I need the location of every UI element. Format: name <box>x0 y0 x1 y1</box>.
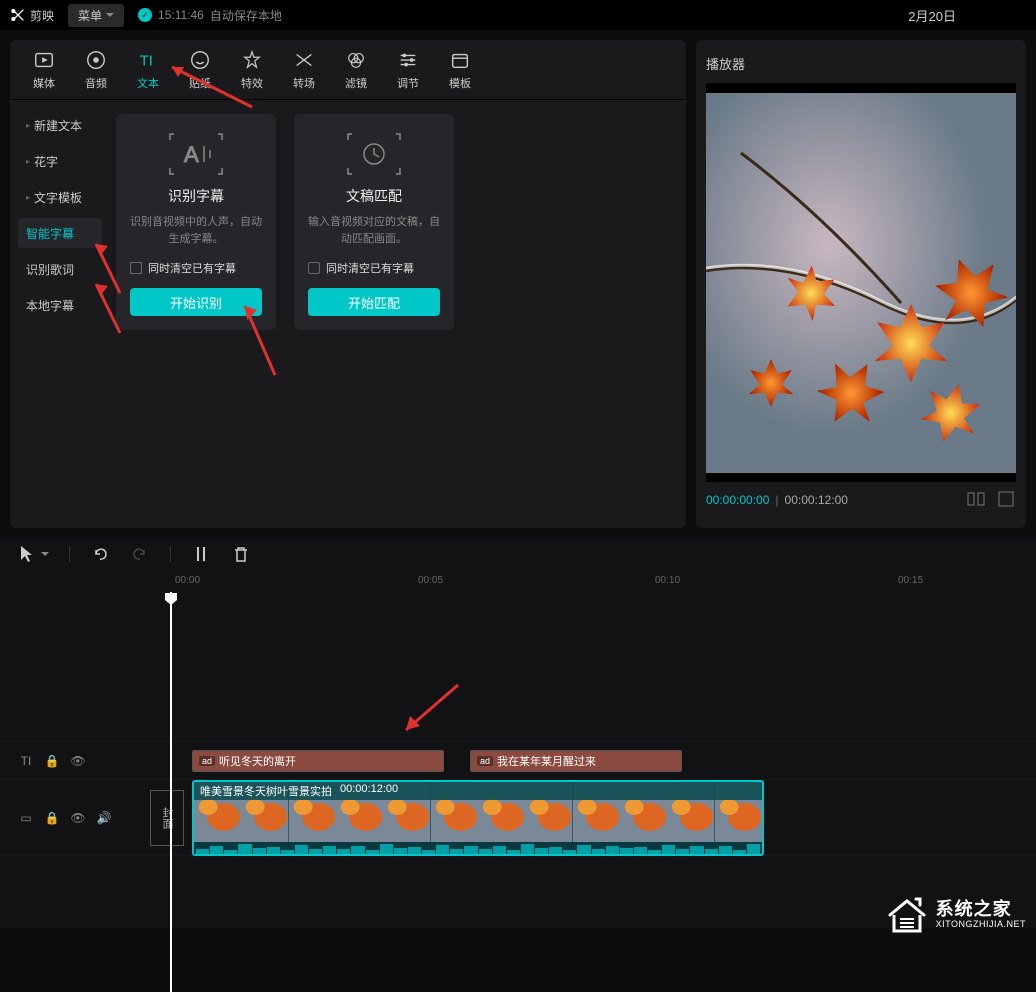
timeline-toolbar <box>0 538 1036 570</box>
checkbox-icon <box>308 262 320 274</box>
eye-icon[interactable]: 👁 <box>70 811 86 825</box>
card-match-check[interactable]: 同时清空已有字幕 <box>308 260 414 276</box>
subtitle-tag: ad <box>199 756 215 766</box>
autosave-status: 15:11:46 自动保存本地 <box>138 7 282 24</box>
total-duration: 00:00:12:00 <box>785 493 848 507</box>
preview-image <box>706 93 1016 473</box>
title-bar: 剪映 菜单 15:11:46 自动保存本地 2月20日 <box>0 0 1036 30</box>
subtitle-clip-1[interactable]: ad 听见冬天的离开 <box>192 750 444 772</box>
player-title: 播放器 <box>706 54 1016 73</box>
tab-template[interactable]: 模板 <box>436 49 484 91</box>
tab-transition[interactable]: 转场 <box>280 49 328 91</box>
checkbox-icon <box>130 262 142 274</box>
autosave-time: 15:11:46 <box>158 8 204 22</box>
redo-button[interactable] <box>130 544 150 564</box>
match-icon <box>342 130 406 178</box>
card-recognize-desc: 识别音视频中的人声，自动生成字幕。 <box>130 214 262 248</box>
svg-text:TI: TI <box>140 53 153 69</box>
lock-icon[interactable]: 🔒 <box>44 811 60 825</box>
tab-adjust[interactable]: 调节 <box>384 49 432 91</box>
player-panel: 播放器 00:00:00:00 | <box>696 40 1026 528</box>
card-recognize-title: 识别字幕 <box>168 186 224 206</box>
recognize-icon: A <box>164 130 228 178</box>
ruler-tick: 00:15 <box>898 575 923 586</box>
tab-audio[interactable]: 音频 <box>72 49 120 91</box>
tab-filter[interactable]: 滤镜 <box>332 49 380 91</box>
autosave-text: 自动保存本地 <box>210 7 282 24</box>
scissors-icon <box>10 7 26 23</box>
watermark-cn: 系统之家 <box>936 900 1026 920</box>
subtitle-clip-2[interactable]: ad 我在某年某月醒过来 <box>470 750 682 772</box>
card-area: A 识别字幕 识别音视频中的人声，自动生成字幕。 同时清空已有字幕 开始识别 文… <box>110 100 686 528</box>
svg-text:A: A <box>184 142 199 167</box>
cover-button[interactable]: 封面 <box>150 790 184 846</box>
sidebar-item-fancy[interactable]: 花字 <box>18 146 102 176</box>
card-match-title: 文稿匹配 <box>346 186 402 206</box>
timeline-ruler[interactable]: 00:00 00:05 00:10 00:15 <box>0 570 1036 592</box>
sidebar-item-text-template[interactable]: 文字模板 <box>18 182 102 212</box>
eye-icon[interactable]: 👁 <box>70 754 86 768</box>
card-recognize-check[interactable]: 同时清空已有字幕 <box>130 260 236 276</box>
video-preview[interactable] <box>706 83 1016 482</box>
side-tab-list: 新建文本 花字 文字模板 智能字幕 识别歌词 本地字幕 <box>10 100 110 528</box>
split-tool[interactable] <box>191 544 211 564</box>
card-recognize: A 识别字幕 识别音视频中的人声，自动生成字幕。 同时清空已有字幕 开始识别 <box>116 114 276 330</box>
watermark: 系统之家 XITONGZHIJIA.NET <box>884 895 1026 935</box>
asset-panel: 媒体 音频 TI文本 贴纸 特效 转场 滤镜 调节 模板 新建文本 花字 文字模… <box>10 40 686 528</box>
check-icon <box>138 8 152 22</box>
sidebar-item-new-text[interactable]: 新建文本 <box>18 110 102 140</box>
video-clip-duration: 00:00:12:00 <box>340 783 398 799</box>
lock-icon[interactable]: 🔒 <box>44 754 60 768</box>
tab-media[interactable]: 媒体 <box>20 49 68 91</box>
timeline-tracks: TI 🔒 👁 ad 听见冬天的离开 ad 我在某年某月醒过来 ▭ 🔒 👁 🔊 封… <box>0 592 1036 928</box>
sidebar-item-lyric[interactable]: 识别歌词 <box>18 254 102 284</box>
video-track-icon[interactable]: ▭ <box>18 811 34 825</box>
scale-icon[interactable] <box>996 489 1016 512</box>
current-time: 00:00:00:00 <box>706 493 769 507</box>
card-match-desc: 输入音视频对应的文稿，自动匹配画面。 <box>308 214 440 248</box>
text-track-icon[interactable]: TI <box>18 754 34 768</box>
undo-button[interactable] <box>90 544 110 564</box>
sidebar-item-local-subtitle[interactable]: 本地字幕 <box>18 290 102 320</box>
tab-sticker[interactable]: 贴纸 <box>176 49 224 91</box>
playhead-handle[interactable] <box>164 592 178 606</box>
tab-text[interactable]: TI文本 <box>124 49 172 91</box>
menu-dropdown[interactable]: 菜单 <box>68 4 124 27</box>
track-text-head: TI 🔒 👁 <box>0 742 150 780</box>
start-match-button[interactable]: 开始匹配 <box>308 288 440 316</box>
watermark-en: XITONGZHIJIA.NET <box>936 920 1026 930</box>
project-date: 2月20日 <box>908 6 956 25</box>
audio-waveform <box>194 842 762 854</box>
top-tab-bar: 媒体 音频 TI文本 贴纸 特效 转场 滤镜 调节 模板 <box>10 40 686 100</box>
ratio-icon[interactable] <box>966 489 986 512</box>
track-video: ▭ 🔒 👁 🔊 封面 唯美雪景冬天树叶雪景实拍 00:00:12:00 <box>0 780 1036 856</box>
start-recognize-button[interactable]: 开始识别 <box>130 288 262 316</box>
cursor-tool[interactable] <box>18 544 49 564</box>
video-clip[interactable]: 唯美雪景冬天树叶雪景实拍 00:00:12:00 <box>192 780 764 856</box>
chevron-down-icon <box>106 13 114 17</box>
subtitle-tag: ad <box>477 756 493 766</box>
card-match: 文稿匹配 输入音视频对应的文稿，自动匹配画面。 同时清空已有字幕 开始匹配 <box>294 114 454 330</box>
player-controls: 00:00:00:00 | 00:00:12:00 <box>706 482 1016 518</box>
delete-tool[interactable] <box>231 544 251 564</box>
subtitle-text: 听见冬天的离开 <box>219 753 296 769</box>
app-logo-group: 剪映 <box>10 7 54 24</box>
tab-effect[interactable]: 特效 <box>228 49 276 91</box>
ruler-tick: 00:10 <box>655 575 680 586</box>
menu-label: 菜单 <box>78 7 102 24</box>
app-name: 剪映 <box>30 7 54 24</box>
track-text: TI 🔒 👁 ad 听见冬天的离开 ad 我在某年某月醒过来 <box>0 742 1036 780</box>
house-icon <box>884 895 930 935</box>
ruler-tick: 00:05 <box>418 575 443 586</box>
mute-icon[interactable]: 🔊 <box>96 811 112 825</box>
subtitle-text: 我在某年某月醒过来 <box>497 753 596 769</box>
sidebar-item-smart-subtitle[interactable]: 智能字幕 <box>18 218 102 248</box>
video-clip-name: 唯美雪景冬天树叶雪景实拍 <box>200 783 332 799</box>
playhead[interactable] <box>170 592 172 992</box>
track-video-head: ▭ 🔒 👁 🔊 <box>0 780 150 856</box>
ruler-tick: 00:00 <box>175 575 200 586</box>
